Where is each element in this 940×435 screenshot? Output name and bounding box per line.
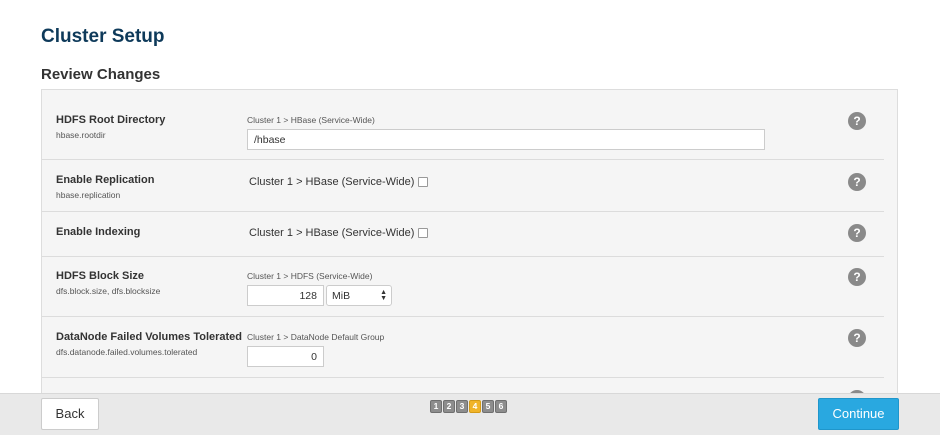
step-4-current[interactable]: 4 bbox=[469, 400, 481, 413]
config-title: HDFS Root Directory bbox=[56, 114, 166, 126]
help-icon[interactable]: ? bbox=[848, 224, 866, 242]
enable-indexing-checkbox[interactable] bbox=[418, 228, 429, 238]
help-icon[interactable]: ? bbox=[848, 329, 866, 347]
page-title: Cluster Setup bbox=[41, 26, 165, 47]
step-3[interactable]: 3 bbox=[456, 400, 468, 413]
config-scope: Cluster 1 > HBase (Service-Wide) bbox=[249, 227, 415, 239]
config-property: hbase.replication bbox=[56, 190, 121, 200]
step-6[interactable]: 6 bbox=[495, 400, 507, 413]
config-scope: Cluster 1 > HDFS (Service-Wide) bbox=[247, 271, 373, 281]
step-2[interactable]: 2 bbox=[443, 400, 455, 413]
section-title: Review Changes bbox=[41, 66, 161, 83]
config-title: Enable Indexing bbox=[56, 226, 141, 238]
config-scope-row: Cluster 1 > HBase (Service-Wide) bbox=[249, 227, 429, 239]
select-value: MiB bbox=[332, 290, 351, 302]
wizard-step-indicator: 1 2 3 4 5 6 bbox=[430, 400, 507, 413]
config-title: Enable Replication bbox=[56, 174, 155, 186]
config-title: HDFS Block Size bbox=[56, 270, 145, 282]
config-scope-row: Cluster 1 > HBase (Service-Wide) bbox=[249, 176, 429, 188]
review-changes-panel[interactable]: HDFS Root Directory hbase.rootdir Cluste… bbox=[41, 89, 898, 409]
updown-caret-icon: ▲ ▼ bbox=[380, 289, 387, 302]
config-row-enable-indexing: Enable Indexing Cluster 1 > HBase (Servi… bbox=[42, 212, 884, 257]
step-1[interactable]: 1 bbox=[430, 400, 442, 413]
config-scope: Cluster 1 > DataNode Default Group bbox=[247, 332, 385, 342]
block-size-unit-select[interactable]: MiB ▲ ▼ bbox=[326, 285, 392, 306]
config-row-enable-replication: Enable Replication hbase.replication Clu… bbox=[42, 160, 884, 212]
continue-button[interactable]: Continue bbox=[818, 398, 899, 430]
config-property: dfs.block.size, dfs.blocksize bbox=[56, 286, 161, 296]
hdfs-root-directory-input[interactable]: /hbase bbox=[247, 129, 765, 150]
config-row-hdfs-block-size: HDFS Block Size dfs.block.size, dfs.bloc… bbox=[42, 257, 884, 317]
failed-volumes-input[interactable]: 0 bbox=[247, 346, 324, 367]
enable-replication-checkbox[interactable] bbox=[418, 177, 429, 187]
config-row-datanode-failed-volumes: DataNode Failed Volumes Tolerated dfs.da… bbox=[42, 317, 884, 378]
help-icon[interactable]: ? bbox=[848, 173, 866, 191]
config-scope: Cluster 1 > HBase (Service-Wide) bbox=[249, 176, 415, 188]
config-property: hbase.rootdir bbox=[56, 130, 106, 140]
hdfs-block-size-input[interactable]: 128 bbox=[247, 285, 324, 306]
config-property: dfs.datanode.failed.volumes.tolerated bbox=[56, 347, 198, 357]
config-row-hdfs-root-directory: HDFS Root Directory hbase.rootdir Cluste… bbox=[42, 90, 884, 160]
help-icon[interactable]: ? bbox=[848, 112, 866, 130]
step-5[interactable]: 5 bbox=[482, 400, 494, 413]
wizard-footer: Back 1 2 3 4 5 6 Continue bbox=[0, 393, 940, 435]
back-button[interactable]: Back bbox=[41, 398, 99, 430]
config-title: DataNode Failed Volumes Tolerated bbox=[56, 331, 243, 343]
help-icon[interactable]: ? bbox=[848, 268, 866, 286]
config-scope: Cluster 1 > HBase (Service-Wide) bbox=[247, 115, 375, 125]
